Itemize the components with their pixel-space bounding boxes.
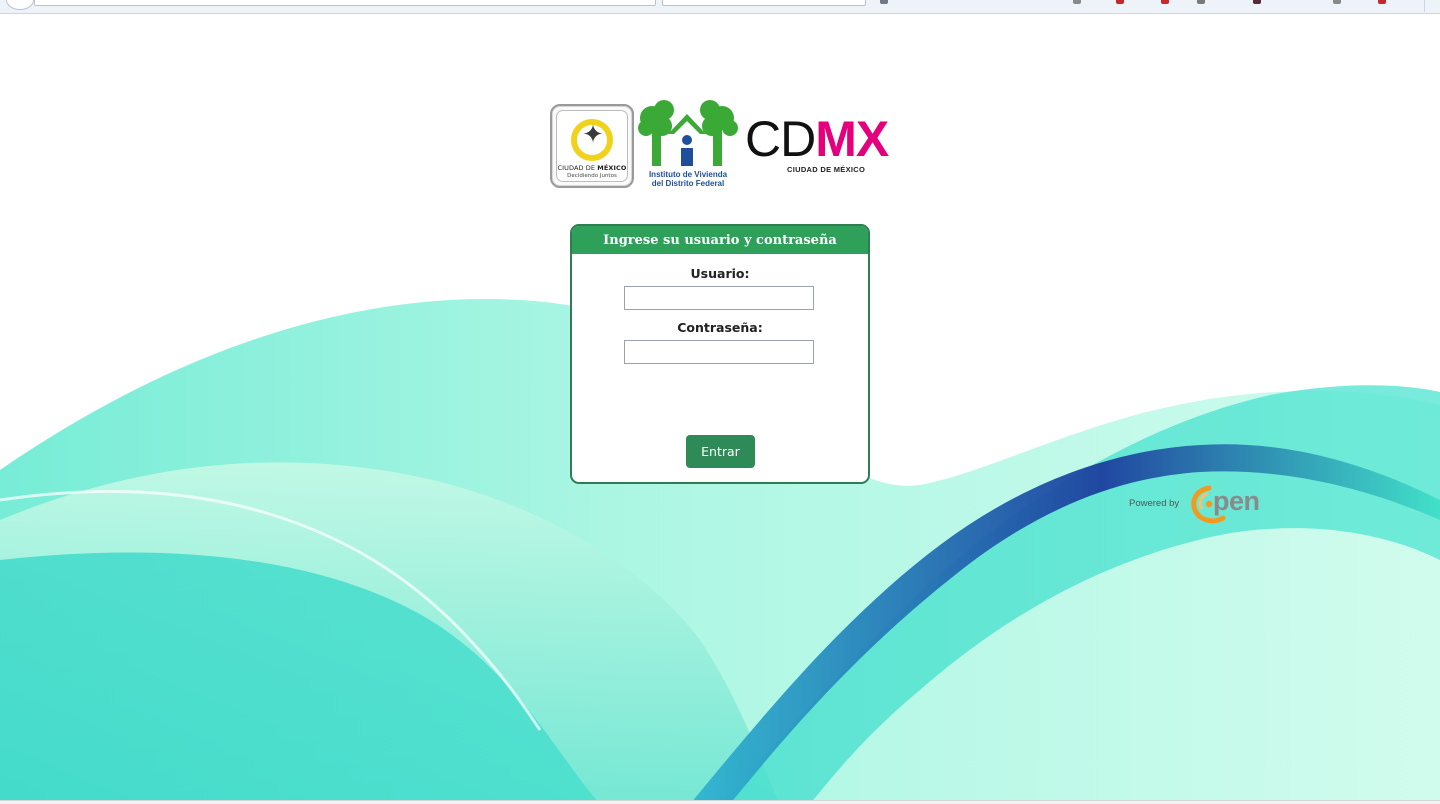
- invi-name-line1: Instituto de Vivienda: [648, 170, 728, 179]
- username-input[interactable]: [624, 286, 814, 310]
- enter-button[interactable]: Entrar: [686, 435, 755, 468]
- login-title: Ingrese su usuario y contraseña: [572, 226, 868, 254]
- cdmx-wordmark: CDMX: [745, 111, 889, 167]
- status-bar: [0, 800, 1440, 804]
- seal-subtitle: Decidiendo Juntos: [567, 173, 617, 179]
- password-input[interactable]: [624, 340, 814, 364]
- login-page: ✦ CIUDAD DE MÉXICO Decidiendo Juntos Ins…: [0, 0, 1440, 804]
- invi-logo: Instituto de Vivienda del Distrito Feder…: [638, 100, 738, 190]
- cdmx-subtitle: CIUDAD DE MÉXICO: [787, 165, 866, 174]
- powered-by: Powered by pen: [1129, 482, 1299, 524]
- header-logos: ✦ CIUDAD DE MÉXICO Decidiendo Juntos Ins…: [548, 100, 918, 192]
- powered-by-label: Powered by: [1129, 498, 1180, 509]
- angel-icon: ✦: [582, 120, 604, 150]
- username-label: Usuario:: [690, 266, 750, 281]
- seal-title: CIUDAD DE MÉXICO: [557, 164, 627, 172]
- login-form: Ingrese su usuario y contraseña Usuario:…: [570, 224, 870, 484]
- cdmx-seal-logo: ✦ CIUDAD DE MÉXICO Decidiendo Juntos: [550, 104, 634, 188]
- cdmx-logo: CDMX CIUDAD DE MÉXICO: [745, 114, 915, 174]
- open-wordmark: pen: [1213, 486, 1260, 516]
- invi-trees-icon: [638, 100, 738, 166]
- seal-frame: ✦ CIUDAD DE MÉXICO Decidiendo Juntos: [556, 110, 628, 182]
- password-label: Contraseña:: [677, 320, 763, 335]
- open-logo: pen: [1189, 482, 1293, 524]
- invi-name-line2: del Distrito Federal: [651, 179, 725, 188]
